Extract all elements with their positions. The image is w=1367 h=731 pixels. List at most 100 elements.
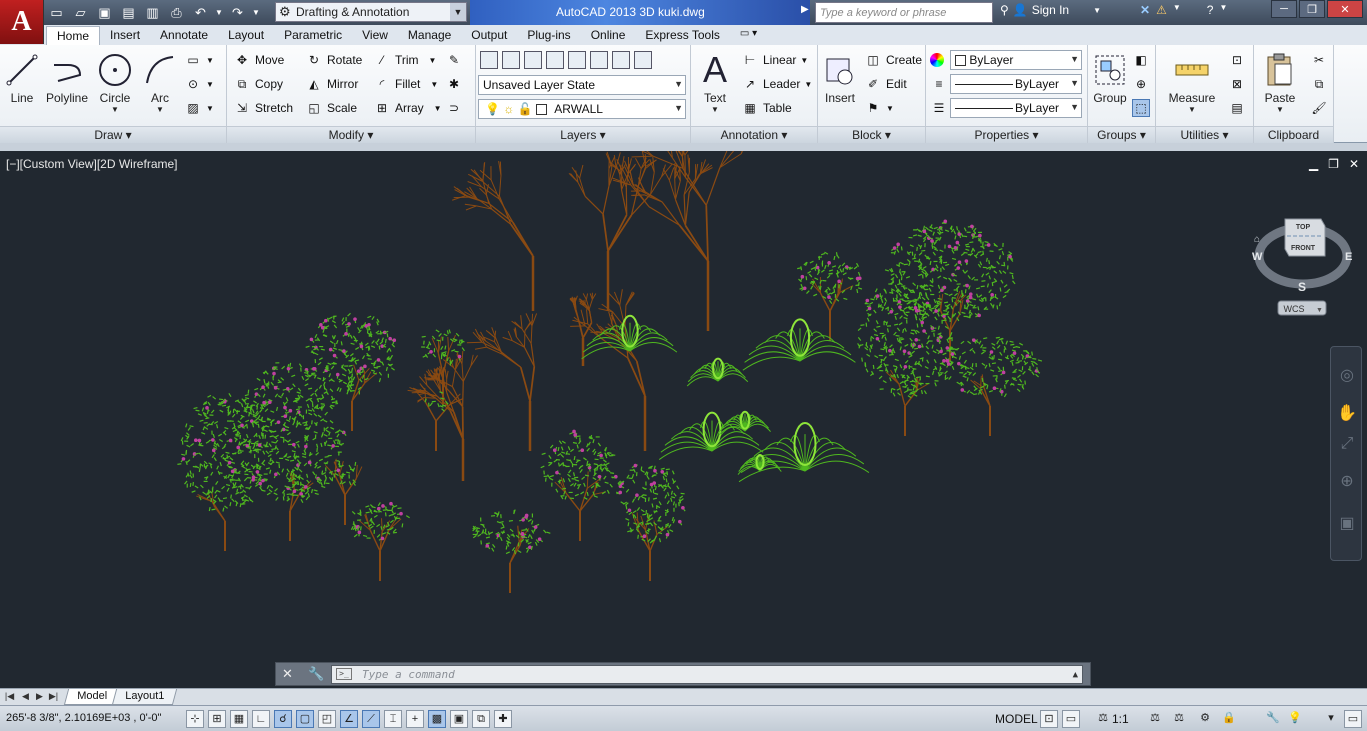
clean-screen-icon[interactable]: ▭: [1344, 710, 1362, 728]
modify-panel-title[interactable]: Modify ▾: [227, 126, 475, 143]
tab-home[interactable]: Home: [46, 26, 101, 45]
drawing-viewport[interactable]: [−][Custom View][2D Wireframe] ▁ ❐ ✕ ⌂ T…: [0, 151, 1367, 688]
paste-button[interactable]: Paste ▼: [1260, 49, 1300, 114]
ortho-mode-icon[interactable]: ∟: [252, 710, 270, 728]
cut-icon[interactable]: ✂: [1310, 49, 1328, 71]
color-select[interactable]: ByLayer ▼: [950, 50, 1082, 70]
minimize-icon[interactable]: ─: [1271, 0, 1297, 18]
annotation-visibility-icon[interactable]: ⚖: [1146, 710, 1164, 728]
clipboard-panel-title[interactable]: Clipboard: [1254, 126, 1333, 143]
tab-online[interactable]: Online: [581, 26, 636, 45]
tab-manage[interactable]: Manage: [398, 26, 461, 45]
layer-freeze-icon[interactable]: [612, 51, 630, 69]
calculator-icon[interactable]: ▤: [1228, 97, 1246, 119]
lineweight-select[interactable]: ByLayer ▼: [950, 74, 1082, 94]
ungroup-icon[interactable]: ◧: [1132, 49, 1150, 71]
autodesk-360-icon[interactable]: ⚠: [1156, 3, 1167, 17]
model-space-toggle[interactable]: MODEL: [995, 712, 1038, 726]
tab-parametric[interactable]: Parametric: [274, 26, 352, 45]
edit-block-button[interactable]: ✐ Edit: [864, 73, 907, 95]
layer-off-icon[interactable]: [634, 51, 652, 69]
last-tab-icon[interactable]: ▶|: [48, 691, 59, 703]
utilities-panel-title[interactable]: Utilities ▾: [1156, 126, 1253, 143]
gradient-button[interactable]: ▨ ▼: [184, 97, 214, 119]
infer-constraints-icon[interactable]: ⊹: [186, 710, 204, 728]
viewcube[interactable]: ⌂ TOP FRONT W E S WCS ▼: [1248, 206, 1358, 316]
hatch-button[interactable]: ⊙ ▼: [184, 73, 214, 95]
maximize-icon[interactable]: ❐: [1299, 0, 1325, 18]
linetype-select[interactable]: ByLayer ▼: [950, 98, 1082, 118]
steering-wheel-icon[interactable]: ◎: [1337, 365, 1357, 385]
snap-mode-icon[interactable]: ⊞: [208, 710, 226, 728]
move-button[interactable]: ✥ Move: [233, 49, 284, 71]
group-button[interactable]: Group: [1090, 49, 1130, 105]
annotation-scale-icon[interactable]: ⚖: [1094, 710, 1112, 728]
explode-button[interactable]: ✱: [445, 73, 463, 95]
next-tab-icon[interactable]: ▶: [34, 691, 45, 703]
exchange-icon[interactable]: ✕: [1140, 3, 1150, 17]
layer-state-select[interactable]: Unsaved Layer State ▼: [478, 75, 686, 95]
undo-icon[interactable]: ↶: [190, 3, 211, 23]
3d-object-snap-icon[interactable]: ◰: [318, 710, 336, 728]
object-snap-icon[interactable]: ▢: [296, 710, 314, 728]
layer-states-icon[interactable]: [502, 51, 520, 69]
lock-ui-icon[interactable]: 🔒: [1220, 710, 1238, 728]
hardware-acceleration-icon[interactable]: 🔧: [1264, 710, 1282, 728]
auto-scale-icon[interactable]: ⚖: [1170, 710, 1188, 728]
tab-express-tools[interactable]: Express Tools: [635, 26, 729, 45]
isolate-objects-icon[interactable]: 💡: [1286, 710, 1304, 728]
block-panel-title[interactable]: Block ▾: [818, 126, 925, 143]
scale-button[interactable]: ◱ Scale: [305, 97, 357, 119]
match-properties-icon[interactable]: [930, 49, 944, 71]
erase-button[interactable]: ✎: [445, 49, 463, 71]
undo-dropdown-icon[interactable]: ▼: [214, 3, 224, 23]
zoom-extents-icon[interactable]: ⤢: [1337, 435, 1357, 455]
insert-block-button[interactable]: Insert: [820, 49, 860, 105]
polyline-button[interactable]: Polyline: [44, 49, 90, 105]
tab-layout1[interactable]: Layout1: [111, 689, 178, 705]
close-icon[interactable]: ✕: [1327, 0, 1363, 18]
tab-layout[interactable]: Layout: [218, 26, 274, 45]
redo-icon[interactable]: ↷: [227, 3, 248, 23]
rectangle-button[interactable]: ▭ ▼: [184, 49, 214, 71]
quick-view-layouts-icon[interactable]: ⊡: [1040, 710, 1058, 728]
draw-panel-title[interactable]: Draw ▾: [0, 126, 226, 143]
chevron-up-icon[interactable]: ▲: [1073, 670, 1078, 680]
transparency-icon[interactable]: ▩: [428, 710, 446, 728]
layer-previous-icon[interactable]: [590, 51, 608, 69]
save-as-icon[interactable]: ▤: [118, 3, 139, 23]
workspace-select[interactable]: ⚙ Drafting & Annotation ▼: [275, 2, 467, 22]
workspace-switching-icon[interactable]: ⚙: [1196, 710, 1214, 728]
mirror-button[interactable]: ◭ Mirror: [305, 73, 358, 95]
quick-view-drawings-icon[interactable]: ▭: [1062, 710, 1080, 728]
layer-unisolate-icon[interactable]: [546, 51, 564, 69]
group-selection-icon[interactable]: ⬚: [1132, 97, 1150, 119]
sign-in-button[interactable]: ⚲ 👤 Sign In ▼: [1000, 3, 1101, 17]
line-button[interactable]: Line: [2, 49, 42, 105]
circle-button[interactable]: Circle ▼: [95, 49, 135, 114]
fillet-button[interactable]: ◜ Fillet ▼: [373, 73, 439, 95]
annotation-monitor-icon[interactable]: ✚: [494, 710, 512, 728]
layers-panel-title[interactable]: Layers ▾: [476, 126, 690, 143]
copy-clip-icon[interactable]: ⧉: [1310, 73, 1328, 95]
create-block-button[interactable]: ◫ Create: [864, 49, 922, 71]
table-button[interactable]: ▦ Table: [741, 97, 791, 119]
measure-button[interactable]: Measure ▼: [1166, 49, 1218, 114]
open-file-icon[interactable]: ▱: [70, 3, 91, 23]
object-snap-tracking-icon[interactable]: ∠: [340, 710, 358, 728]
selection-cycling-icon[interactable]: ⧉: [472, 710, 490, 728]
app-menu-button[interactable]: A: [0, 0, 44, 44]
quick-properties-icon[interactable]: ▣: [450, 710, 468, 728]
first-tab-icon[interactable]: |◀: [4, 691, 15, 703]
close-icon[interactable]: ✕: [282, 666, 293, 682]
print-icon[interactable]: ⎙: [166, 3, 187, 23]
linear-dimension-button[interactable]: ⊢ Linear ▼: [741, 49, 809, 71]
group-edit-icon[interactable]: ⊕: [1132, 73, 1150, 95]
annotation-scale-select[interactable]: 1:1: [1112, 712, 1129, 726]
properties-panel-title[interactable]: Properties ▾: [926, 126, 1087, 143]
chevron-down-icon[interactable]: ▼: [1173, 3, 1181, 17]
arc-button[interactable]: Arc ▼: [140, 49, 180, 114]
annotation-panel-title[interactable]: Annotation ▾: [691, 126, 817, 143]
wrench-icon[interactable]: 🔧: [308, 666, 324, 682]
layer-match-icon[interactable]: [568, 51, 586, 69]
